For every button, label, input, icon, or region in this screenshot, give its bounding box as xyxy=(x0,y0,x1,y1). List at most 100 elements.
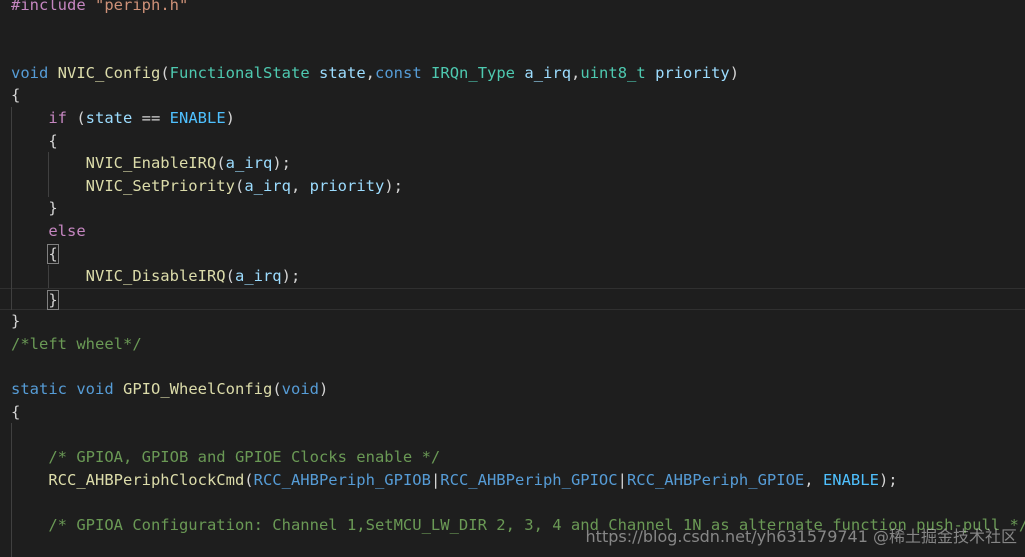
code-token: RCC_AHBPeriphClockCmd xyxy=(48,470,245,489)
code-editor[interactable]: #include "periph.h" void NVIC_Config(Func… xyxy=(0,0,1025,557)
code-token: "periph.h" xyxy=(95,0,189,14)
code-token: NVIC_Config xyxy=(57,63,161,82)
code-token: IRQn_Type xyxy=(431,63,516,82)
code-token: ); xyxy=(272,154,291,173)
code-token: { xyxy=(11,402,21,421)
code-token: , xyxy=(804,470,823,489)
code-line[interactable] xyxy=(0,17,1025,40)
code-token: a_irq xyxy=(225,154,273,173)
code-line[interactable]: /*left wheel*/ xyxy=(0,333,1025,356)
code-token: ENABLE xyxy=(169,109,226,127)
code-token: } xyxy=(11,199,58,218)
indent-guide xyxy=(48,265,50,288)
code-token: == xyxy=(132,109,170,127)
code-token: #include xyxy=(11,0,95,14)
code-token: { xyxy=(11,86,21,105)
code-line[interactable]: NVIC_EnableIRQ(a_irq); xyxy=(0,152,1025,175)
code-token: ENABLE xyxy=(822,470,879,489)
code-token: priority xyxy=(309,176,385,195)
matched-bracket: { xyxy=(47,243,59,264)
code-token: if xyxy=(48,109,67,127)
code-token: NVIC_DisableIRQ xyxy=(85,267,226,286)
code-token: , xyxy=(571,63,581,82)
code-token: NVIC_SetPriority xyxy=(85,176,235,195)
indent-guide xyxy=(11,107,12,311)
code-token: ); xyxy=(281,267,301,286)
code-token: a_irq xyxy=(524,63,572,82)
code-line[interactable] xyxy=(0,423,1025,446)
code-token: ( xyxy=(272,380,282,399)
code-token: { xyxy=(11,131,58,150)
code-token: ); xyxy=(384,176,403,195)
code-line[interactable]: } xyxy=(0,287,1025,311)
code-line[interactable] xyxy=(0,39,1025,62)
indent-guide xyxy=(11,423,12,557)
matched-bracket: } xyxy=(47,289,59,310)
code-token: ( xyxy=(225,267,235,286)
code-token: else xyxy=(48,222,86,240)
code-line[interactable] xyxy=(0,491,1025,514)
code-line[interactable]: { xyxy=(0,84,1025,107)
code-token: void xyxy=(281,380,319,399)
code-token: static xyxy=(11,380,67,399)
code-token: /* GPIOA, GPIOB and GPIOE Clocks enable … xyxy=(48,448,441,466)
code-token: ( xyxy=(244,470,254,489)
code-token: ( xyxy=(234,176,245,195)
code-line[interactable]: static void GPIO_WheelConfig(void) xyxy=(0,378,1025,401)
code-line[interactable] xyxy=(0,356,1025,379)
code-token: GPIO_WheelConfig xyxy=(123,380,273,399)
code-token: FunctionalState xyxy=(169,63,310,82)
code-token: ( xyxy=(216,154,226,173)
code-token: } xyxy=(11,312,21,331)
code-token: ) xyxy=(319,380,329,399)
code-token: NVIC_EnableIRQ xyxy=(85,154,217,173)
indent-guide xyxy=(48,152,50,198)
code-token: /*left wheel*/ xyxy=(11,335,142,353)
code-token: priority xyxy=(655,63,730,82)
code-line[interactable]: /* GPIOA, GPIOB and GPIOE Clocks enable … xyxy=(0,446,1025,469)
code-line[interactable]: if (state == ENABLE) xyxy=(0,107,1025,130)
code-token: , xyxy=(365,63,376,82)
code-token: ( xyxy=(160,63,170,82)
code-line[interactable]: else xyxy=(0,220,1025,243)
code-token: a_irq xyxy=(244,176,291,195)
code-line[interactable]: } xyxy=(0,197,1025,220)
code-token: ) xyxy=(729,63,740,82)
code-token: ); xyxy=(878,470,898,489)
code-token: RCC_AHBPeriph_GPIOC xyxy=(440,470,618,489)
code-token: uint8_t xyxy=(580,63,646,82)
code-line[interactable]: } xyxy=(0,310,1025,333)
code-line[interactable]: RCC_AHBPeriphClockCmd(RCC_AHBPeriph_GPIO… xyxy=(0,469,1025,492)
code-token: state xyxy=(319,63,366,82)
code-token: ( xyxy=(67,109,86,127)
code-line[interactable]: NVIC_SetPriority(a_irq, priority); xyxy=(0,175,1025,198)
code-token: ) xyxy=(225,109,236,127)
code-token: state xyxy=(85,109,133,127)
watermark: https://blog.csdn.net/yh631579741 @稀土掘金技… xyxy=(585,527,1017,546)
code-line[interactable]: #include "periph.h" xyxy=(0,0,1025,17)
code-line[interactable]: { xyxy=(0,401,1025,424)
code-token: | xyxy=(430,470,441,489)
code-token: , xyxy=(290,176,310,195)
code-line[interactable]: { xyxy=(0,243,1025,266)
code-line[interactable]: NVIC_DisableIRQ(a_irq); xyxy=(0,265,1025,288)
code-token: RCC_AHBPeriph_GPIOB xyxy=(253,470,431,489)
code-token: | xyxy=(617,470,627,489)
code-line[interactable]: { xyxy=(0,130,1025,153)
code-token: void xyxy=(11,63,49,82)
code-line[interactable]: void NVIC_Config(FunctionalState state,c… xyxy=(0,62,1025,85)
code-token: void xyxy=(76,380,114,399)
